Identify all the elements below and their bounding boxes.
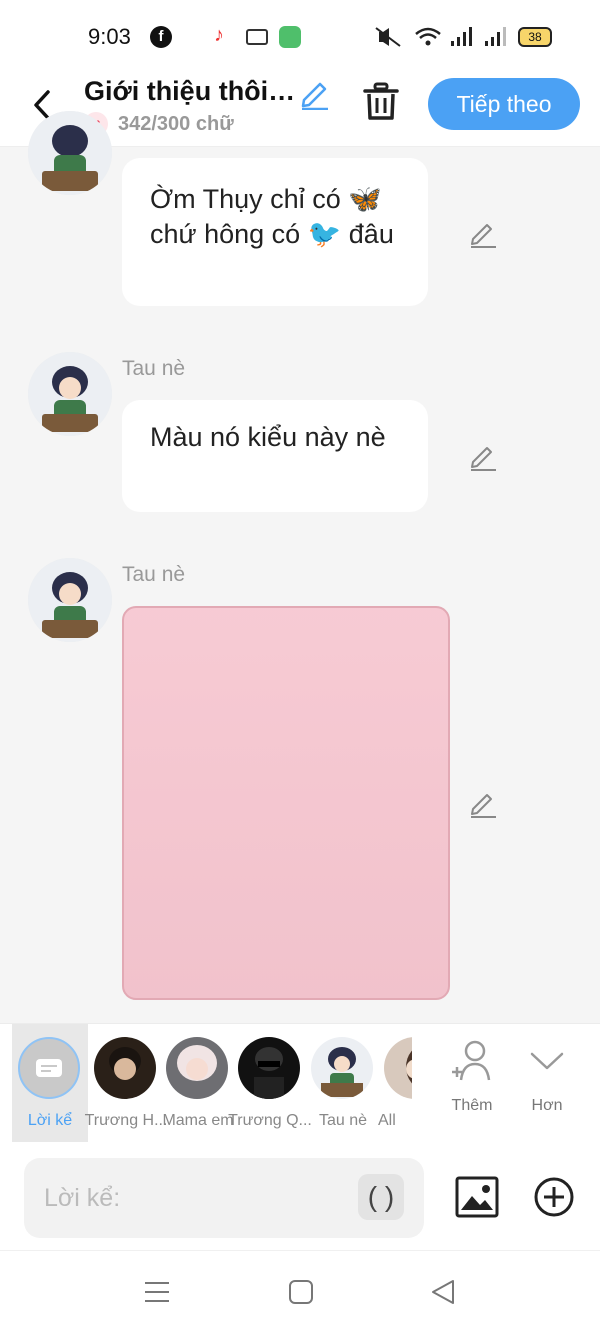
add-label: Thêm (451, 1097, 493, 1114)
sender-name: Tau nè (122, 563, 186, 586)
system-nav-bar (0, 1250, 600, 1334)
silent-icon (375, 27, 401, 47)
avatar[interactable] (28, 558, 112, 642)
battery-icon: 38 (518, 27, 552, 47)
avatar (311, 1037, 373, 1099)
back-nav-icon[interactable] (430, 1279, 456, 1305)
edit-title-icon[interactable] (298, 76, 332, 110)
status-time: 9:03 (88, 24, 131, 49)
avatar (166, 1037, 228, 1099)
edit-message-icon[interactable] (468, 218, 498, 248)
avatar (384, 1037, 412, 1099)
character-item[interactable]: Trương Q... (228, 1024, 312, 1142)
keyboard-icon (246, 29, 268, 45)
character-label: Trương Q... (228, 1112, 312, 1129)
message-bubble: Màu nó kiểu này nè (122, 400, 428, 512)
sender-name: Tau nè (122, 357, 186, 380)
character-narrator[interactable]: Lời kể (12, 1024, 88, 1142)
character-item[interactable]: Trương H... (85, 1024, 167, 1142)
character-label: Tau nè (318, 1112, 368, 1129)
add-person-icon (452, 1040, 491, 1081)
character-item[interactable]: Mama em (160, 1024, 236, 1142)
more-button[interactable]: Hơn (512, 1038, 582, 1138)
edit-message-icon[interactable] (468, 788, 498, 818)
character-item[interactable]: Tau nè (305, 1024, 381, 1142)
signal-icon (451, 27, 472, 46)
add-icon[interactable] (533, 1176, 575, 1218)
message-bubble: Ờm Thụy chỉ có 🦋 chứ hông có 🐦 đâu (122, 158, 428, 306)
avatar[interactable] (28, 111, 112, 195)
character-bar: Lời kể Trương H... Mama em Trương Q... T… (0, 1023, 600, 1147)
facebook-icon: f (150, 26, 172, 48)
avatar (238, 1037, 300, 1099)
page-title: Giới thiệu thôi… (84, 76, 296, 106)
trash-icon[interactable] (362, 82, 400, 122)
home-icon[interactable] (288, 1279, 314, 1305)
add-character-button[interactable]: Thêm (437, 1038, 507, 1138)
chevron-down-icon (530, 1052, 564, 1070)
tiktok-icon: ♪ (214, 24, 224, 46)
character-label: All (378, 1112, 396, 1129)
avatar[interactable] (28, 352, 112, 436)
signal-icon-2 (485, 27, 506, 46)
next-button[interactable]: Tiếp theo (428, 78, 580, 130)
action-paren-button[interactable]: ( ) (358, 1174, 404, 1220)
edit-message-icon[interactable] (468, 441, 498, 471)
input-bar: Lời kể: ( ) (0, 1146, 600, 1250)
word-count-text: 342/300 chữ (118, 112, 234, 135)
narrator-icon (18, 1037, 80, 1099)
avatar (94, 1037, 156, 1099)
menu-icon[interactable] (144, 1279, 170, 1305)
character-item[interactable]: All (378, 1024, 412, 1142)
status-bar: 9:03 f ♪ 38 (0, 0, 600, 70)
message-input[interactable]: Lời kể: ( ) (24, 1158, 424, 1238)
image-icon[interactable] (455, 1176, 499, 1218)
input-placeholder: Lời kể: (44, 1184, 121, 1212)
message-image[interactable] (122, 606, 450, 1000)
more-label: Hơn (531, 1097, 563, 1114)
wifi-icon (415, 27, 441, 46)
character-label: Lời kể (27, 1112, 73, 1129)
phone-app-icon (279, 26, 301, 48)
